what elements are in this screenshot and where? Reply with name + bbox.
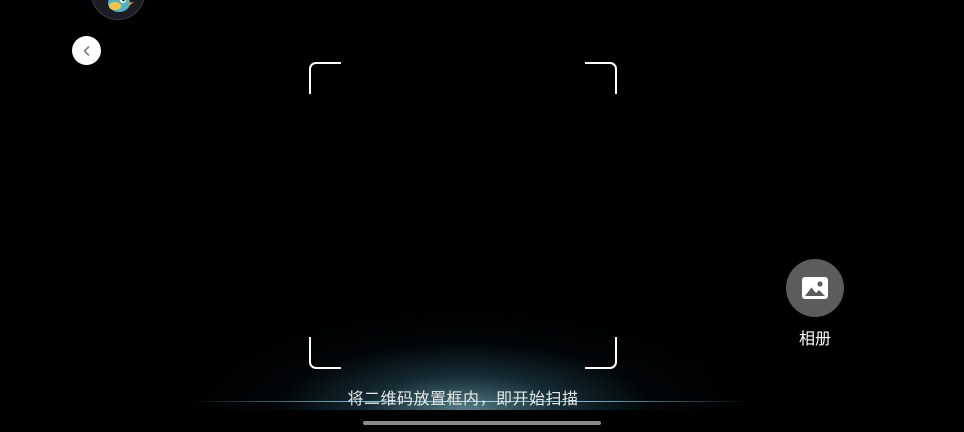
bird-avatar-icon (108, 0, 134, 12)
image-icon (802, 277, 828, 299)
scan-frame-corner-top-left (309, 62, 341, 94)
scan-hint-text: 将二维码放置框内，即开始扫描 (347, 389, 579, 408)
avatar[interactable] (91, 0, 145, 20)
scan-frame-corner-bottom-left (309, 337, 341, 369)
back-button[interactable] (72, 36, 101, 65)
chevron-left-icon (83, 45, 89, 56)
home-indicator[interactable] (363, 421, 601, 425)
qr-scanner-screen: 将二维码放置框内，即开始扫描 相册 (0, 0, 964, 432)
scan-frame-corner-bottom-right (585, 337, 617, 369)
scan-frame-corner-top-right (585, 62, 617, 94)
album-button[interactable] (786, 259, 844, 317)
album-label[interactable]: 相册 (775, 325, 855, 349)
